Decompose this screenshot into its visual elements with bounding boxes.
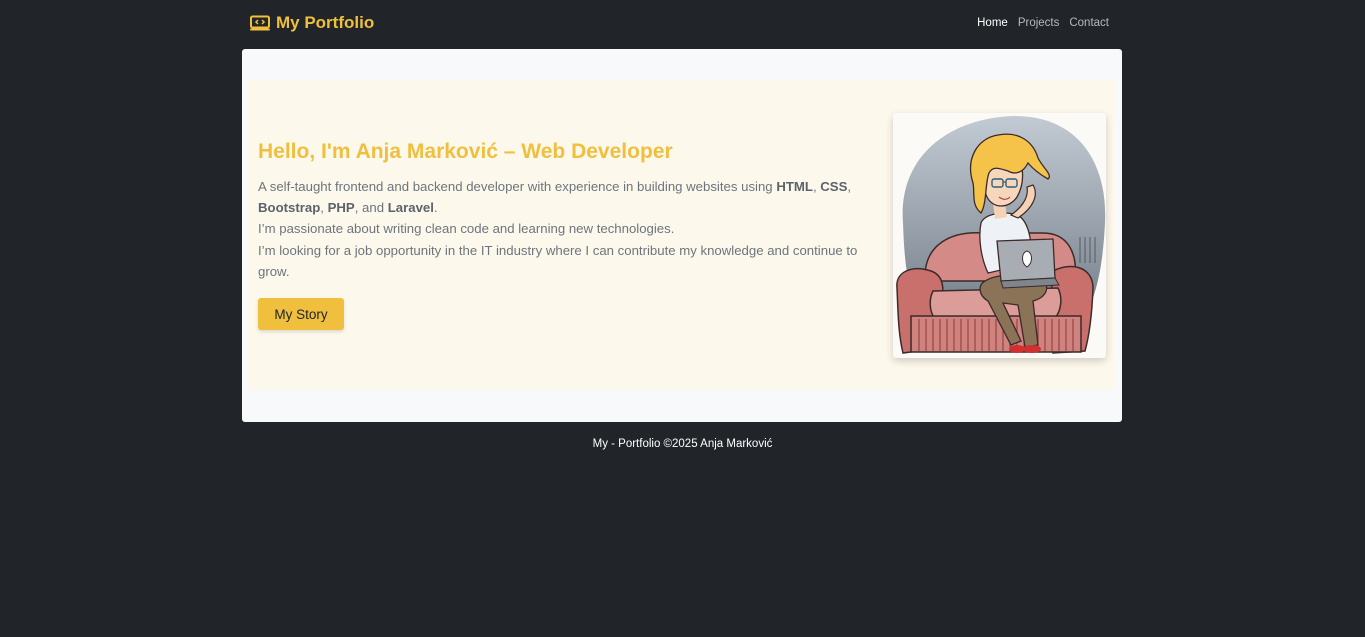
tech-php: PHP bbox=[327, 200, 355, 216]
navbar: My Portfolio Home Projects Contact bbox=[242, 0, 1122, 46]
separator: , bbox=[847, 179, 852, 194]
brand-label: My Portfolio bbox=[276, 13, 375, 32]
passion-line: I’m passionate about writing clean code … bbox=[258, 221, 675, 237]
intro-prefix: A self-taught frontend and backend devel… bbox=[258, 179, 777, 194]
nav-link-projects[interactable]: Projects bbox=[1018, 17, 1060, 29]
job-line: I’m looking for a job opportunity in the… bbox=[258, 242, 858, 279]
separator: , and bbox=[354, 200, 388, 216]
tech-css: CSS bbox=[820, 179, 848, 194]
illustration-art bbox=[896, 115, 1106, 354]
my-story-button[interactable]: My Story bbox=[258, 298, 344, 330]
nav-links: Home Projects Contact bbox=[977, 17, 1109, 29]
developer-illustration bbox=[893, 113, 1106, 358]
tech-bootstrap: Bootstrap bbox=[258, 200, 321, 216]
main-card: Hello, I'm Anja Marković – Web Developer… bbox=[242, 49, 1122, 422]
code-icon bbox=[250, 15, 270, 31]
hero-section: Hello, I'm Anja Marković – Web Developer… bbox=[247, 80, 1115, 390]
tech-laravel: Laravel bbox=[387, 200, 434, 216]
nav-link-home[interactable]: Home bbox=[977, 17, 1008, 29]
nav-link-contact[interactable]: Contact bbox=[1069, 17, 1109, 29]
hero-title: Hello, I'm Anja Marković – Web Developer bbox=[258, 140, 673, 163]
footer-text: My - Portfolio ©2025 Anja Marković bbox=[592, 438, 773, 450]
separator: , bbox=[320, 200, 328, 216]
footer: My - Portfolio ©2025 Anja Marković bbox=[0, 438, 1365, 450]
tech-html: HTML bbox=[776, 179, 813, 194]
brand-link[interactable]: My Portfolio bbox=[250, 13, 374, 33]
hero-description: A self-taught frontend and backend devel… bbox=[258, 176, 866, 282]
period: . bbox=[433, 200, 438, 216]
